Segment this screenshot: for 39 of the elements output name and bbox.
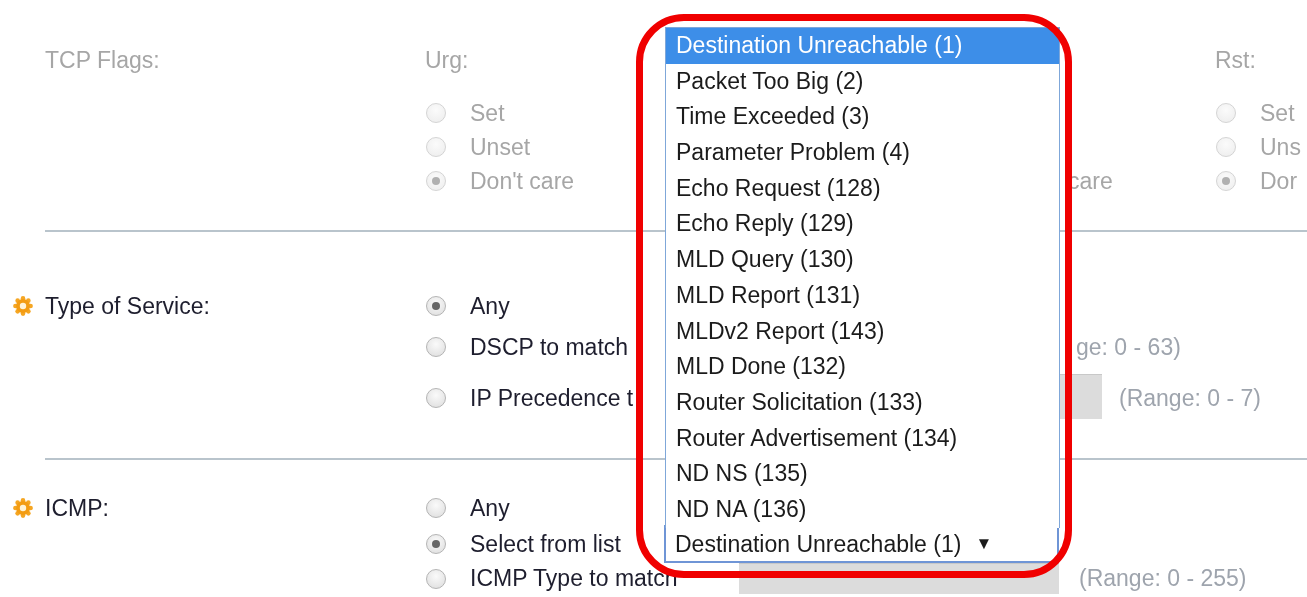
option-label: Select from list: [470, 530, 621, 558]
flag-label: Urg:: [425, 46, 469, 75]
option-label: IP Precedence t: [470, 384, 634, 412]
option-label: Dor: [1260, 167, 1298, 195]
radio-button[interactable]: [426, 534, 446, 554]
option-label: Unset: [470, 133, 531, 161]
option-label: DSCP to match: [470, 333, 629, 361]
option-label: Uns: [1260, 133, 1301, 161]
dropdown-option[interactable]: MLD Report (131): [666, 277, 1059, 314]
option-label: Set: [470, 99, 505, 127]
option-label: Any: [470, 494, 510, 522]
caret-icon: ▼: [975, 534, 993, 554]
flag-label: Rst:: [1215, 46, 1256, 75]
dropdown-option[interactable]: ND NS (135): [666, 456, 1059, 492]
dropdown-option[interactable]: Router Solicitation (133): [666, 384, 1059, 421]
range-hint: (Range: 0 - 255): [1079, 565, 1247, 592]
radio-button[interactable]: [426, 568, 446, 589]
radio-button[interactable]: [426, 388, 446, 408]
dropdown-option[interactable]: Router Advertisement (134): [666, 420, 1059, 457]
radio-button[interactable]: [426, 498, 446, 518]
radio-button[interactable]: [426, 337, 446, 357]
option-label: Don't care: [470, 167, 575, 195]
section-label: ICMP:: [45, 494, 109, 523]
dropdown-option[interactable]: Echo Reply (129): [666, 206, 1059, 243]
range-hint: ge: 0 - 63): [1076, 333, 1181, 361]
option-label: Set: [1260, 99, 1295, 127]
dropdown-option[interactable]: Parameter Problem (4): [666, 135, 1059, 171]
dropdown-option[interactable]: Time Exceeded (3): [666, 99, 1059, 136]
dropdown-option[interactable]: Echo Request (128): [666, 170, 1059, 207]
dropdown-option[interactable]: MLD Query (130): [666, 242, 1059, 278]
section-label: TCP Flags:: [45, 46, 160, 75]
range-hint: (Range: 0 - 7): [1119, 384, 1261, 412]
dropdown-option[interactable]: ND NA (136): [666, 491, 1059, 528]
radio-button[interactable]: [426, 296, 446, 316]
dropdown-option[interactable]: Packet Too Big (2): [666, 63, 1059, 100]
section-label: Type of Service:: [45, 292, 210, 321]
dropdown-option[interactable]: MLDv2 Report (143): [666, 313, 1059, 350]
option-label: Any: [470, 292, 510, 320]
dropdown-option[interactable]: MLD Done (132): [666, 349, 1059, 385]
